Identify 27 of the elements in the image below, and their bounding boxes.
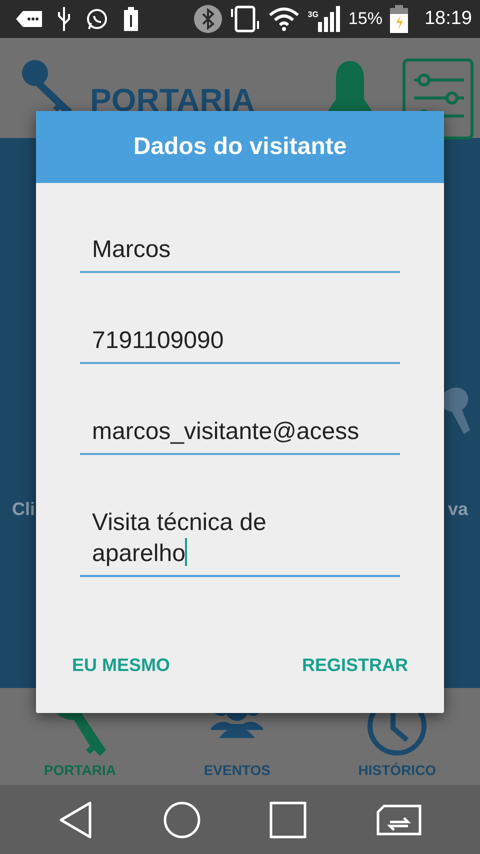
back-icon[interactable]	[58, 800, 94, 838]
input-field[interactable]: 7191109090	[80, 326, 400, 364]
tile-label: Cli	[12, 498, 36, 521]
dialog-title: Dados do visitante	[36, 111, 444, 183]
recents-icon[interactable]	[269, 800, 308, 838]
vibrate-icon	[230, 5, 260, 33]
register-button[interactable]: REGISTRAR	[302, 648, 408, 683]
battery-level: 15%	[348, 8, 382, 30]
nav-tab[interactable]: EVENTOS	[204, 760, 270, 781]
home-icon[interactable]	[162, 800, 201, 838]
switch-icon[interactable]	[376, 804, 422, 836]
battery-charging-icon	[124, 7, 138, 31]
self-button[interactable]: EU MESMO	[72, 648, 170, 683]
clock: 18:19	[424, 6, 472, 31]
input-field[interactable]: Marcos	[80, 235, 400, 273]
network-type: 3G	[308, 8, 318, 21]
notification-icon	[16, 10, 42, 28]
signal-icon	[318, 6, 340, 32]
battery-icon	[390, 5, 408, 33]
bluetooth-icon	[194, 5, 222, 33]
input-field[interactable]: Visita técnica de aparelho	[80, 508, 400, 577]
wifi-icon	[268, 7, 300, 31]
input-field[interactable]: marcos_visitante@acess	[80, 417, 400, 455]
chat-icon	[86, 8, 108, 30]
tile-label: va	[448, 498, 468, 521]
usb-icon	[58, 7, 70, 31]
nav-tab[interactable]: HISTÓRICO	[358, 760, 436, 781]
